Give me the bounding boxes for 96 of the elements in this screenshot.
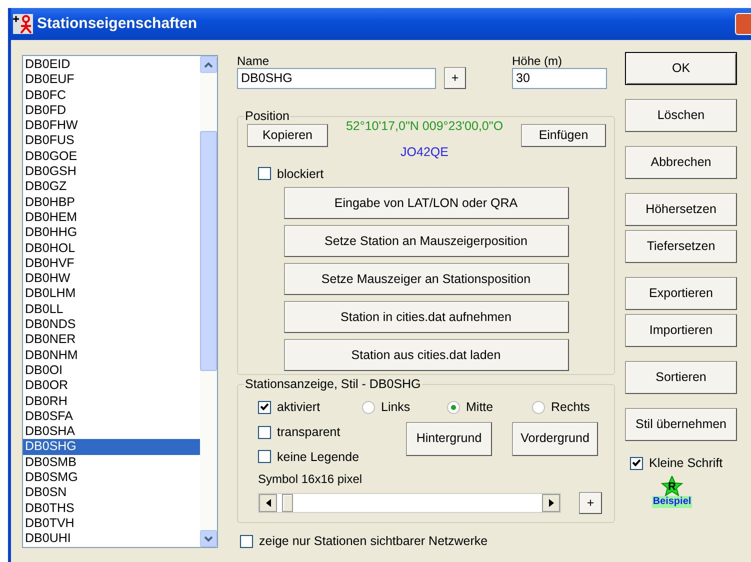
- station-item[interactable]: DB0FUS: [23, 133, 200, 149]
- station-item[interactable]: DB0GZ: [23, 179, 200, 195]
- radio-button[interactable]: [532, 400, 545, 414]
- station-item[interactable]: DB0HBP: [23, 194, 200, 210]
- station-item[interactable]: DB0SMG: [23, 470, 200, 486]
- dialog-button[interactable]: Importieren: [625, 314, 737, 347]
- blocked-label: blockiert: [277, 166, 324, 182]
- scroll-up-button[interactable]: [200, 56, 217, 73]
- dialog-button[interactable]: Sortieren: [625, 361, 737, 394]
- name-field[interactable]: DB0SHG: [237, 68, 436, 89]
- dialog-button[interactable]: Stil übernehmen: [625, 408, 737, 441]
- no-legend-label: keine Legende: [277, 448, 360, 466]
- locator-text: JO42QE: [400, 144, 448, 161]
- scroll-thumb[interactable]: [200, 131, 217, 371]
- dialog-button[interactable]: Exportieren: [625, 277, 737, 310]
- checkbox[interactable]: [630, 456, 643, 470]
- window-title: Stationseigenschaften: [37, 14, 198, 34]
- alignment-label: Links: [381, 399, 410, 416]
- station-item[interactable]: DB0NHM: [23, 348, 200, 363]
- station-item[interactable]: DB0HHG: [23, 225, 200, 241]
- height-field[interactable]: 30: [512, 68, 607, 89]
- station-item[interactable]: DB0OI: [23, 362, 200, 378]
- alignment-label: Rechts: [551, 399, 590, 416]
- station-item[interactable]: DB0EUF: [23, 72, 200, 88]
- checkbox[interactable]: [240, 534, 253, 548]
- symbol-size-label: Symbol 16x16 pixel: [258, 471, 364, 488]
- station-item[interactable]: DB0TVH: [23, 516, 200, 532]
- star-icon: R: [661, 476, 683, 496]
- coordinates-text: 52°10'17,0"N 009°23'00,0"O: [346, 118, 504, 135]
- plus-button[interactable]: +: [579, 492, 602, 514]
- station-item[interactable]: DB0UHI: [23, 531, 200, 546]
- station-item[interactable]: DB0SMB: [23, 454, 200, 470]
- checkbox[interactable]: [258, 450, 271, 464]
- background-button[interactable]: Hintergrund: [406, 422, 492, 456]
- action-button[interactable]: Eingabe von LAT/LON oder QRA: [284, 187, 568, 220]
- station-item[interactable]: DB0FC: [23, 88, 200, 103]
- station-item[interactable]: DB0GOE: [23, 148, 200, 164]
- station-item[interactable]: DB0NER: [23, 332, 200, 348]
- small-font-label: Kleine Schrift: [649, 455, 723, 472]
- enabled-label: aktiviert: [277, 399, 320, 416]
- station-item[interactable]: DB0LL: [23, 302, 200, 318]
- name-label: Name: [237, 55, 270, 68]
- action-button[interactable]: Setze Mauszeiger an Stationsposition: [284, 263, 568, 296]
- transparent-label: transparent: [277, 424, 340, 441]
- action-button[interactable]: Station in cities.dat aufnehmen: [284, 301, 568, 334]
- station-item[interactable]: DB0HW: [23, 271, 200, 286]
- station-item[interactable]: DB0HEM: [23, 210, 200, 226]
- radio-button[interactable]: [362, 400, 375, 414]
- scrollbar[interactable]: [200, 56, 217, 547]
- station-item[interactable]: DB0GSH: [23, 164, 200, 180]
- station-item[interactable]: DB0HVF: [23, 256, 200, 272]
- scroll-down-button[interactable]: [200, 530, 217, 547]
- action-button[interactable]: Station aus cities.dat laden: [284, 339, 568, 372]
- station-item[interactable]: DB0THS: [23, 500, 200, 516]
- station-item[interactable]: DB0NDS: [23, 317, 200, 332]
- checkbox[interactable]: [258, 426, 271, 439]
- station-item[interactable]: DB0SN: [23, 485, 200, 501]
- dialog-button[interactable]: Tiefersetzen: [625, 230, 737, 263]
- caret-down-icon: [204, 536, 213, 542]
- group-label: Stationsanzeige, Stil - DB0SHG: [244, 377, 422, 391]
- station-item[interactable]: DB0HOL: [23, 240, 200, 256]
- app-icon: [13, 14, 33, 34]
- triangle-right-icon: [548, 499, 554, 508]
- slider-thumb[interactable]: [282, 494, 293, 512]
- station-item[interactable]: DB0SHA: [23, 424, 200, 440]
- station-item[interactable]: DB0SFA: [23, 408, 200, 424]
- dialog-button[interactable]: OK: [625, 52, 737, 85]
- height-label: Höhe (m): [512, 55, 564, 68]
- foreground-button[interactable]: Vordergrund: [512, 422, 598, 456]
- triangle-left-icon: [266, 499, 270, 508]
- station-item[interactable]: DB0EID: [23, 57, 200, 72]
- station-item[interactable]: DB0FD: [23, 102, 200, 118]
- slider-left-button[interactable]: [259, 494, 277, 512]
- caret-up-icon: [204, 62, 213, 68]
- station-item[interactable]: DB0FHW: [23, 118, 200, 134]
- checkbox[interactable]: [258, 400, 271, 414]
- dialog-button[interactable]: Höhersetzen: [625, 193, 737, 226]
- symbol-size-slider[interactable]: [258, 493, 561, 514]
- station-item[interactable]: DB0RH: [23, 394, 200, 409]
- close-button[interactable]: [735, 13, 751, 35]
- group-label: Position: [244, 109, 290, 123]
- station-item[interactable]: DB0OR: [23, 378, 200, 394]
- visible-networks-label: zeige nur Stationen sichtbarer Netzwerke: [259, 533, 488, 550]
- paste-button[interactable]: Einfügen: [521, 124, 606, 147]
- station-item[interactable]: DB0SHG: [23, 439, 200, 455]
- copy-button[interactable]: Kopieren: [247, 124, 328, 147]
- alignment-label: Mitte: [466, 399, 494, 416]
- action-button[interactable]: Setze Station an Mauszeigerposition: [284, 225, 568, 258]
- dialog-button[interactable]: Abbrechen: [625, 146, 737, 179]
- plus-button[interactable]: +: [444, 67, 466, 89]
- station-item[interactable]: DB0LHM: [23, 286, 200, 302]
- preview-caption: Beispiel: [652, 496, 692, 508]
- dialog-button[interactable]: Löschen: [625, 99, 737, 132]
- slider-right-button[interactable]: [542, 494, 560, 512]
- radio-button[interactable]: [447, 400, 460, 414]
- checkbox[interactable]: [258, 167, 271, 180]
